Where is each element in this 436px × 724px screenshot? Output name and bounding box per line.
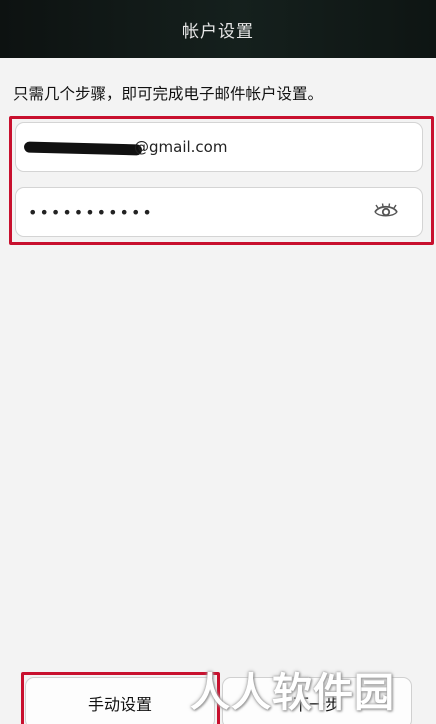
title-bar: 帐户设置 xyxy=(0,0,436,58)
watermark: 人人软件园 xyxy=(190,670,395,716)
instruction-text: 只需几个步骤，即可完成电子邮件帐户设置。 xyxy=(13,85,324,103)
page-title: 帐户设置 xyxy=(182,21,254,42)
credentials-highlight xyxy=(9,116,434,245)
